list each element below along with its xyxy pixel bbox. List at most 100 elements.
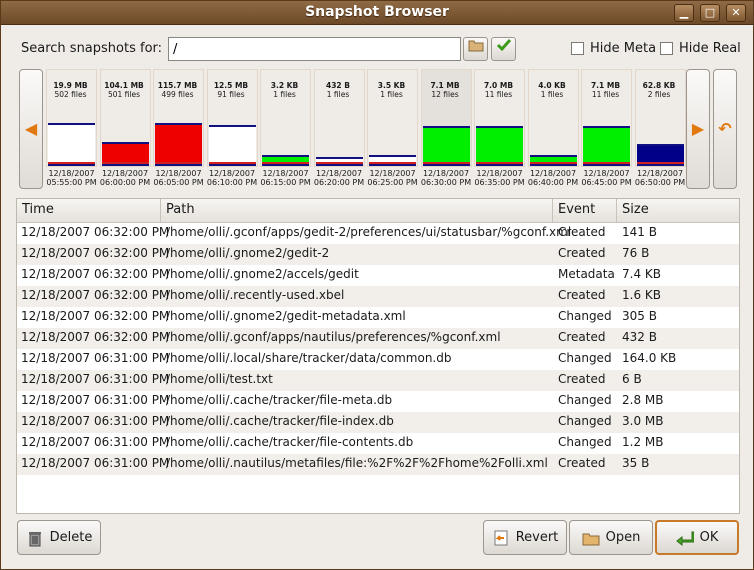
snapshot-files: 12 files xyxy=(431,90,459,99)
titlebar: Snapshot Browser ▁ □ ✕ xyxy=(1,1,753,25)
snapshot-files: 502 files xyxy=(54,90,87,99)
snapshot-item[interactable]: 62.8 KB 2 files 12/18/2007 06:50:00 PM xyxy=(634,69,686,189)
snapshot-date-line: 12/18/2007 xyxy=(155,169,202,178)
undo-arrow-icon: ↶ xyxy=(718,119,732,138)
snapshot-item[interactable]: 3.5 KB 1 files 12/18/2007 06:25:00 PM xyxy=(367,69,418,189)
table-row[interactable]: 12/18/2007 06:32:00 PM/home/olli/.gconf/… xyxy=(17,223,739,244)
maximize-button[interactable]: □ xyxy=(700,4,720,22)
cell-size: 6 B xyxy=(622,372,642,386)
col-size-header[interactable]: Size xyxy=(617,199,739,223)
cell-time: 12/18/2007 06:31:00 PM xyxy=(21,456,170,470)
revert-button[interactable]: Revert xyxy=(483,520,567,555)
snapshot-item[interactable]: 3.2 KB 1 files 12/18/2007 06:15:00 PM xyxy=(260,69,311,189)
snapshot-bar xyxy=(636,146,684,163)
snapshot-time-line: 06:35:00 PM xyxy=(474,178,525,187)
snapshot-baseline-blue xyxy=(155,164,202,166)
search-input[interactable] xyxy=(168,37,461,61)
snapshot-date: 12/18/2007 06:20:00 PM xyxy=(314,169,365,187)
delete-button[interactable]: Delete xyxy=(17,520,101,555)
col-event-header[interactable]: Event xyxy=(553,199,617,223)
snapshot-bar-top xyxy=(476,126,523,128)
cell-event: Changed xyxy=(558,309,612,323)
table-header: Time Path Event Size xyxy=(17,199,739,223)
col-time-header[interactable]: Time xyxy=(17,199,161,223)
cell-path: /home/olli/.gconf/apps/gedit-2/preferenc… xyxy=(166,225,572,239)
snapshot-bar-top xyxy=(583,126,630,128)
minimize-button[interactable]: ▁ xyxy=(674,4,694,22)
snapshot-date: 12/18/2007 06:10:00 PM xyxy=(207,169,258,187)
cell-event: Created xyxy=(558,288,606,302)
snapshot-item[interactable]: 7.1 MB 12 files 12/18/2007 06:30:00 PM xyxy=(420,69,472,189)
table-row[interactable]: 12/18/2007 06:32:00 PM/home/olli/.gnome2… xyxy=(17,307,739,328)
snapshot-files: 499 files xyxy=(161,90,194,99)
hide-real-box[interactable] xyxy=(660,42,673,55)
cell-path: /home/olli/.gconf/apps/nautilus/preferen… xyxy=(166,330,501,344)
snapshot-baseline-blue xyxy=(422,164,470,166)
snapshot-item[interactable]: 432 B1 files 12/18/2007 06:20:00 PM xyxy=(313,69,365,189)
close-button[interactable]: ✕ xyxy=(726,4,746,22)
table-row[interactable]: 12/18/2007 06:32:00 PM/home/olli/.gconf/… xyxy=(17,328,739,349)
cell-size: 76 B xyxy=(622,246,650,260)
apply-search-button[interactable] xyxy=(491,37,516,61)
snapshot-files: 501 files xyxy=(107,90,141,99)
table-row[interactable]: 12/18/2007 06:31:00 PM/home/olli/.nautil… xyxy=(17,454,739,475)
cell-event: Changed xyxy=(558,393,612,407)
open-label: Open xyxy=(605,530,641,545)
cell-path: /home/olli/.gnome2/gedit-metadata.xml xyxy=(166,309,406,323)
snapshot-date-line: 12/18/2007 xyxy=(369,169,416,178)
scroll-right-button[interactable]: ▶ xyxy=(686,69,710,189)
hide-real-checkbox[interactable]: Hide Real xyxy=(660,41,741,56)
table-row[interactable]: 12/18/2007 06:32:00 PM/home/olli/.gnome2… xyxy=(17,265,739,286)
snapshot-baseline-blue xyxy=(636,164,684,166)
table-row[interactable]: 12/18/2007 06:31:00 PM/home/olli/.cache/… xyxy=(17,433,739,454)
table-row[interactable]: 12/18/2007 06:31:00 PM/home/olli/.local/… xyxy=(17,349,739,370)
cell-size: 305 B xyxy=(622,309,657,323)
cell-time: 12/18/2007 06:31:00 PM xyxy=(21,351,170,365)
cell-time: 12/18/2007 06:31:00 PM xyxy=(21,414,170,428)
col-path-header[interactable]: Path xyxy=(161,199,553,223)
snapshot-item[interactable]: 7.0 MB 11 files 12/18/2007 06:35:00 PM xyxy=(474,69,525,189)
browse-folder-button[interactable] xyxy=(463,37,488,61)
snapshot-item[interactable]: 7.1 MB 11 files 12/18/2007 06:45:00 PM xyxy=(581,69,632,189)
hide-meta-checkbox[interactable]: Hide Meta xyxy=(571,41,656,56)
table-row[interactable]: 12/18/2007 06:31:00 PM/home/olli/test.tx… xyxy=(17,370,739,391)
cell-size: 35 B xyxy=(622,456,650,470)
cell-size: 1.6 KB xyxy=(622,288,661,302)
open-button[interactable]: Open xyxy=(569,520,653,555)
hide-meta-box[interactable] xyxy=(571,42,584,55)
cell-path: /home/olli/.local/share/tracker/data/com… xyxy=(166,351,452,365)
snapshot-item[interactable]: 19.9 MB 502 files 12/18/2007 05:55:00 PM xyxy=(46,69,97,189)
snapshot-time-line: 06:25:00 PM xyxy=(367,178,418,187)
snapshot-bar-top xyxy=(48,123,95,125)
delete-label: Delete xyxy=(49,530,93,545)
snapshot-item[interactable]: 12.5 MB 91 files 12/18/2007 06:10:00 PM xyxy=(206,69,258,189)
cell-time: 12/18/2007 06:32:00 PM xyxy=(21,246,170,260)
scroll-left-button[interactable]: ◀ xyxy=(19,69,43,189)
snapshot-item[interactable]: 115.7 MB 499 files 12/18/2007 06:05:00 PM xyxy=(153,69,204,189)
cell-time: 12/18/2007 06:32:00 PM xyxy=(21,225,170,239)
cell-event: Created xyxy=(558,225,606,239)
cell-size: 3.0 MB xyxy=(622,414,664,428)
snapshot-date-line: 12/18/2007 xyxy=(422,169,470,178)
snapshot-item[interactable]: 4.0 KB 1 files 12/18/2007 06:40:00 PM xyxy=(527,69,579,189)
ok-button[interactable]: OK xyxy=(655,520,739,555)
table-row[interactable]: 12/18/2007 06:31:00 PM/home/olli/.cache/… xyxy=(17,412,739,433)
table-row[interactable]: 12/18/2007 06:32:00 PM/home/olli/.gnome2… xyxy=(17,244,739,265)
snapshot-item[interactable]: 104.1 MB 501 files 12/18/2007 06:00:00 PM xyxy=(99,69,151,189)
cell-path: /home/olli/test.txt xyxy=(166,372,273,386)
snapshot-files: 11 files xyxy=(591,90,620,99)
snapshot-files: 91 files xyxy=(217,90,245,99)
cell-path: /home/olli/.gnome2/gedit-2 xyxy=(166,246,330,260)
table-row[interactable]: 12/18/2007 06:32:00 PM/home/olli/.recent… xyxy=(17,286,739,307)
cell-time: 12/18/2007 06:31:00 PM xyxy=(21,393,170,407)
snapshot-date: 12/18/2007 06:30:00 PM xyxy=(421,169,472,187)
cell-time: 12/18/2007 06:31:00 PM xyxy=(21,435,170,449)
cell-time: 12/18/2007 06:32:00 PM xyxy=(21,288,170,302)
table-row[interactable]: 12/18/2007 06:31:00 PM/home/olli/.cache/… xyxy=(17,391,739,412)
snapshot-bar-top xyxy=(529,155,577,157)
undo-button[interactable]: ↶ xyxy=(713,69,737,189)
checkmark-icon xyxy=(496,39,511,52)
snapshot-date-line: 12/18/2007 xyxy=(315,169,363,178)
snapshot-date: 12/18/2007 06:15:00 PM xyxy=(260,169,311,187)
snapshot-bar-top xyxy=(208,125,256,127)
